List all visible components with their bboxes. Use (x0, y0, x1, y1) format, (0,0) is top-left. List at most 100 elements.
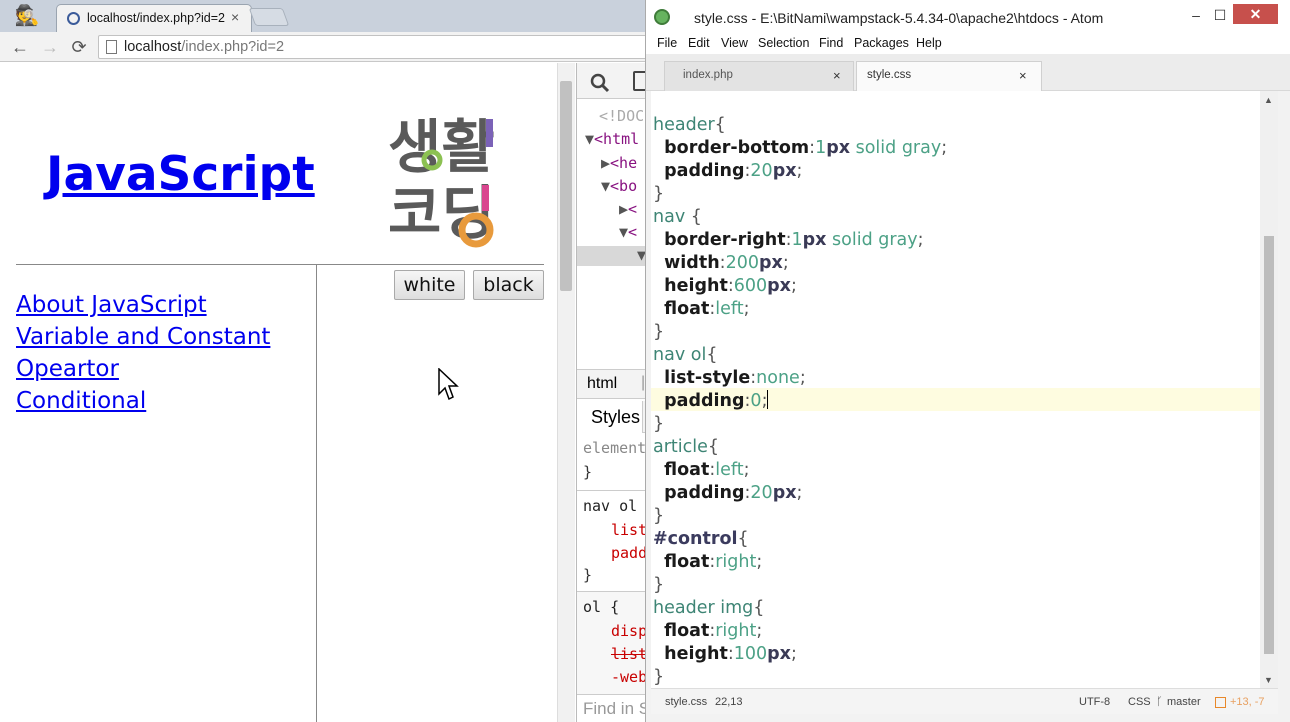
close-window-button[interactable]: ✕ (1233, 4, 1278, 24)
search-icon[interactable] (589, 72, 611, 94)
style-brace: } (583, 463, 593, 481)
logo-text-top: 생활 (388, 113, 495, 181)
code-line: header{ (653, 115, 726, 135)
nav-link-about[interactable]: About JavaScript (16, 292, 207, 318)
status-branch[interactable]: master (1167, 696, 1201, 708)
menu-edit[interactable]: Edit (688, 36, 710, 50)
atom-window-title: style.css - E:\BitNami\wampstack-5.4.34-… (694, 10, 1104, 26)
code-line: #control{ (653, 529, 749, 549)
close-tab-icon[interactable]: × (833, 68, 841, 83)
nav-link-operator[interactable]: Opeartor (16, 356, 119, 382)
style-rule-ol: ol { (583, 598, 620, 616)
editor-tab-label: style.css (867, 69, 912, 81)
url-path: /index.php?id=2 (181, 39, 285, 55)
dom-child-1[interactable]: ▶< (619, 200, 637, 218)
url-host: localhost (124, 39, 182, 55)
status-grammar[interactable]: CSS (1128, 696, 1151, 708)
diff-icon (1215, 697, 1226, 708)
code-editor[interactable]: header{ border-bottom:1px solid gray; pa… (651, 91, 1260, 688)
style-prop-disp: disp (611, 622, 648, 640)
maximize-button[interactable]: ☐ (1207, 5, 1233, 25)
mouse-cursor-icon (438, 368, 459, 401)
styles-tab[interactable]: Styles (591, 407, 640, 428)
atom-window: style.css - E:\BitNami\wampstack-5.4.34-… (645, 0, 1290, 722)
status-diff: +13, -7 (1230, 696, 1265, 708)
menu-view[interactable]: View (721, 36, 748, 50)
style-element: element (583, 439, 647, 457)
code-line: article{ (653, 437, 720, 457)
minimize-button[interactable]: – (1183, 5, 1209, 25)
dom-body[interactable]: ▼<bo (601, 177, 637, 195)
black-button[interactable]: black (473, 270, 544, 300)
breadcrumb-html[interactable]: html (587, 375, 617, 393)
style-rule-navol: nav ol (583, 497, 638, 515)
editor-tab-index[interactable]: index.php × (664, 61, 854, 91)
browser-tab[interactable]: localhost/index.php?id=2 × (56, 4, 252, 32)
code-line: nav ol{ (653, 345, 718, 365)
code-line: float:right; (664, 621, 763, 641)
code-line: padding:20px; (664, 161, 803, 181)
browser-toolbar: ← → ⟳ localhost/index.php?id=2 (0, 32, 660, 62)
style-prop-list: list (611, 521, 648, 539)
white-button[interactable]: white (394, 270, 465, 300)
page-scrollbar[interactable] (557, 63, 575, 722)
page-title-link[interactable]: JavaScript (46, 147, 315, 202)
back-button[interactable]: ← (8, 35, 32, 59)
web-page: JavaScript 생활 코딩 white black About JavaS… (0, 63, 557, 722)
text-caret (767, 390, 769, 409)
nav-link-variable[interactable]: Variable and Constant (16, 324, 270, 350)
editor-scrollbar[interactable]: ▲ ▼ (1260, 91, 1278, 688)
code-line: padding:20px; (664, 483, 803, 503)
branch-icon: ᚴ (1156, 696, 1163, 708)
new-tab-button[interactable] (248, 8, 290, 26)
dom-child-2[interactable]: ▼< (619, 223, 637, 241)
status-encoding[interactable]: UTF-8 (1079, 696, 1110, 708)
style-prop-list-struck: list (611, 645, 648, 663)
menu-file[interactable]: File (657, 36, 677, 50)
logo-image: 생활 코딩 (388, 113, 495, 248)
dom-doctype: <!DOC (599, 107, 645, 125)
dom-html[interactable]: ▼<html (585, 130, 639, 148)
menu-packages[interactable]: Packages (854, 36, 909, 50)
menu-bar: File Edit View Selection Find Packages H… (646, 34, 1290, 54)
close-tab-icon[interactable]: × (231, 9, 239, 25)
forward-button[interactable]: → (38, 35, 62, 59)
code-line: float:left; (664, 299, 750, 319)
browser-window: 🕵 localhost/index.php?id=2 × ← → ⟳ local… (0, 0, 660, 722)
atom-title-bar: style.css - E:\BitNami\wampstack-5.4.34-… (646, 0, 1290, 34)
code-line: } (653, 506, 665, 526)
header-divider (16, 264, 544, 265)
code-line: } (653, 414, 665, 434)
favicon-icon (67, 12, 80, 25)
code-line: height:100px; (664, 644, 797, 664)
editor-tab-style[interactable]: style.css × (856, 61, 1042, 91)
browser-tab-bar: 🕵 localhost/index.php?id=2 × (0, 0, 660, 32)
menu-selection[interactable]: Selection (758, 36, 809, 50)
code-line: float:left; (664, 460, 750, 480)
code-line: border-right:1px solid gray; (664, 230, 924, 250)
code-line: } (653, 667, 665, 687)
menu-find[interactable]: Find (819, 36, 843, 50)
incognito-icon: 🕵 (14, 5, 40, 27)
code-line: border-bottom:1px solid gray; (664, 138, 948, 158)
close-tab-icon[interactable]: × (1019, 68, 1027, 83)
dom-head[interactable]: ▶<he (601, 154, 637, 172)
reload-button[interactable]: ⟳ (67, 35, 91, 59)
editor-tab-bar: index.php × style.css × (646, 54, 1290, 91)
nav-link-conditional[interactable]: Conditional (16, 388, 146, 414)
editor-tab-label: index.php (683, 69, 733, 81)
browser-tab-title: localhost/index.php?id=2 (87, 11, 225, 25)
status-bar: style.css 22,13 UTF-8 CSS ᚴ master +13, … (651, 688, 1278, 714)
status-file[interactable]: style.css (665, 696, 707, 708)
code-line: list-style:none; (664, 368, 806, 388)
style-prop-padd: padd (611, 544, 648, 562)
menu-help[interactable]: Help (916, 36, 942, 50)
address-bar[interactable]: localhost/index.php?id=2 (98, 35, 658, 59)
status-cursor-position[interactable]: 22,13 (715, 696, 743, 708)
code-line: width:200px; (664, 253, 789, 273)
code-line: nav { (653, 207, 702, 227)
code-line: } (653, 184, 665, 204)
atom-app-icon (654, 9, 670, 25)
code-line: } (653, 322, 665, 342)
style-brace-2: } (583, 566, 593, 584)
